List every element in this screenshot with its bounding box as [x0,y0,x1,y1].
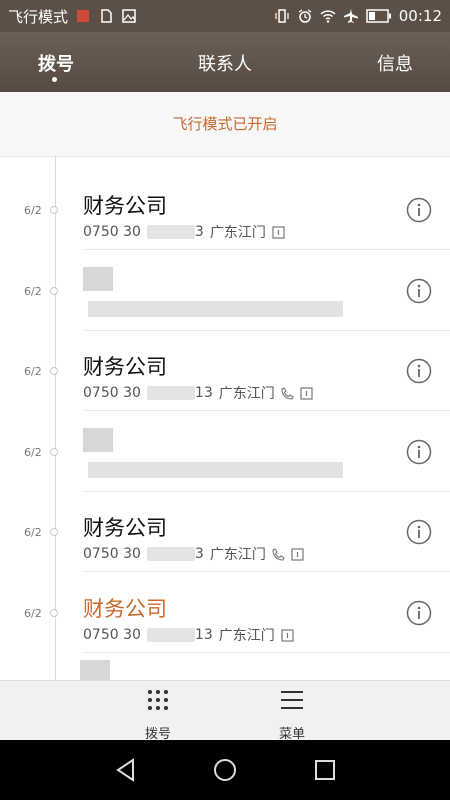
redacted-details [88,462,343,478]
alarm-icon [298,9,312,23]
tab-messages[interactable]: 信息 [377,50,413,76]
phone-number-end: 3 [194,224,204,240]
redacted-name [83,267,113,291]
status-time: 00:12 [398,7,442,25]
call-icon [272,547,285,561]
info-icon[interactable] [406,358,432,384]
dialpad-button[interactable]: 拨号 [113,681,203,742]
sim-icon [272,225,285,239]
caller-name: 财务公司 [83,194,167,218]
info-icon[interactable] [406,197,432,223]
call-details: 0750 30 3 广东江门 [83,544,304,564]
phone-number: 0750 30 [83,224,141,240]
battery-icon [366,9,391,23]
redacted-digits [146,225,195,239]
phone-number: 0750 30 [83,627,141,643]
redacted-digits [146,628,195,642]
sim-card-icon [101,9,112,23]
image-icon [122,9,136,23]
active-tab-indicator [52,77,57,82]
phone-number: 0750 30 [83,385,141,401]
phone-number-end: 3 [194,546,204,562]
caller-name: 财务公司 [83,355,167,379]
tab-bar: 拨号 联系人 信息 [0,32,450,92]
bottom-action-bar: 拨号 菜单 [0,680,450,742]
row-divider [83,652,450,653]
call-log-row[interactable]: 6/2 [0,251,450,331]
tab-dialer[interactable]: 拨号 [38,50,74,76]
timeline-node [50,367,58,375]
caller-location: 广东江门 [209,547,266,563]
info-icon[interactable] [406,519,432,545]
phone-number-end: 13 [194,385,213,401]
caller-location: 广东江门 [218,628,275,644]
timeline-node [50,206,58,214]
sim-icon [291,547,304,561]
airplane-mode-icon [343,9,358,23]
phone-number-end: 13 [194,627,213,643]
info-icon[interactable] [406,439,432,465]
menu-icon [281,691,303,709]
status-mode-label: 飞行模式 [8,7,69,26]
recents-icon[interactable] [312,757,338,783]
row-divider [83,249,450,250]
call-date: 6/2 [24,365,42,378]
caller-location: 广东江门 [209,225,266,241]
call-date: 6/2 [24,526,42,539]
info-icon[interactable] [406,278,432,304]
tab-contacts[interactable]: 联系人 [198,50,252,76]
redacted-digits [146,547,195,561]
call-date: 6/2 [24,446,42,459]
call-date: 6/2 [24,607,42,620]
call-details: 0750 30 3 广东江门 [83,222,285,242]
caller-name-missed: 财务公司 [83,597,167,621]
timeline-node [50,287,58,295]
info-icon[interactable] [406,600,432,626]
call-details: 0750 30 13 广东江门 [83,383,313,403]
notification-icon [77,10,90,22]
row-divider [83,410,450,411]
call-log-row[interactable]: 6/2 财务公司 0750 30 3 广东江门 [0,170,450,250]
home-icon[interactable] [212,757,238,783]
dialpad-icon [148,690,168,710]
vibrate-icon [275,9,289,23]
wifi-icon [320,10,336,23]
call-log-row[interactable]: 6/2 [0,412,450,492]
airplane-mode-banner: 飞行模式已开启 [0,92,450,157]
caller-name: 财务公司 [83,516,167,540]
timeline-node [50,448,58,456]
back-icon[interactable] [113,757,139,783]
call-icon [281,386,294,400]
status-right: 00:12 [274,7,442,25]
redacted-details [88,301,343,317]
redacted-digits [146,386,195,400]
redacted-name [83,428,113,452]
timeline-node [50,528,58,536]
call-log-row[interactable]: 6/2 财务公司 0750 30 13 广东江门 [0,331,450,411]
phone-number: 0750 30 [83,546,141,562]
timeline-node [50,609,58,617]
caller-location: 广东江门 [218,386,275,402]
status-bar: 飞行模式 00:12 [0,0,450,32]
sim-icon [300,386,313,400]
call-date: 6/2 [24,204,42,217]
call-details: 0750 30 13 广东江门 [83,625,294,645]
call-log-row[interactable]: 6/2 财务公司 0750 30 13 广东江门 [0,573,450,653]
navigation-bar [0,740,450,800]
menu-button[interactable]: 菜单 [247,681,337,742]
sim-icon [281,628,294,642]
call-log-row[interactable]: 6/2 财务公司 0750 30 3 广东江门 [0,492,450,572]
status-left: 飞行模式 [8,6,137,27]
call-date: 6/2 [24,285,42,298]
row-divider [83,571,450,572]
